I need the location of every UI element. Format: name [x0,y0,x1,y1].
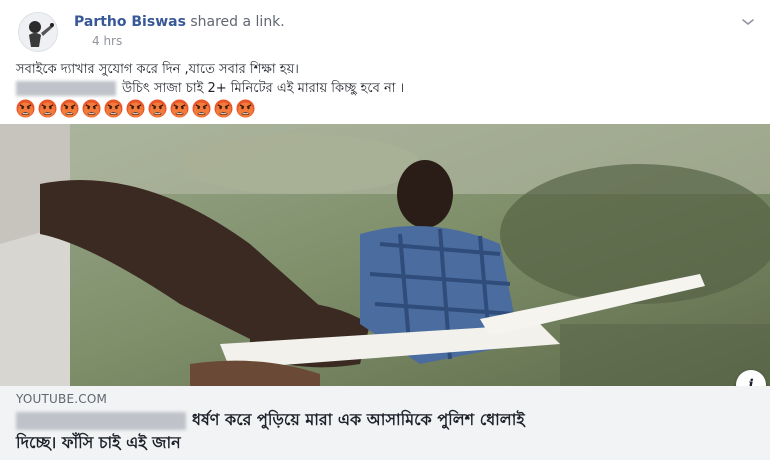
avatar[interactable] [18,12,58,52]
emoji-row [16,99,756,118]
post-body: সবাইকে দ্যাখার সুযোগ করে দিন ,যাতে সবার … [16,60,756,118]
angry-face-icon [214,99,233,118]
post-text-line-1: সবাইকে দ্যাখার সুযোগ করে দিন ,যাতে সবার … [16,62,299,77]
chevron-down-icon[interactable] [738,12,758,32]
angry-face-icon [148,99,167,118]
redacted-text [16,81,116,96]
link-title[interactable]: ধর্ষণ করে পুড়িয়ে মারা এক আসামিকে পুলিশ… [16,408,756,454]
angry-face-icon [236,99,255,118]
angry-face-icon [82,99,101,118]
angry-face-icon [126,99,145,118]
link-title-line-2: দিচ্ছে। ফাঁসি চাই এই জান [16,433,181,452]
angry-face-icon [192,99,211,118]
post-action: shared a link. [190,14,285,30]
post-timestamp[interactable]: 4 hrs [92,34,122,48]
redacted-title-text [16,411,186,430]
author-name[interactable]: Partho Biswas [74,14,186,30]
link-preview-card[interactable]: YOUTUBE.COM ধর্ষণ করে পুড়িয়ে মারা এক আ… [0,386,770,460]
angry-face-icon [170,99,189,118]
link-domain: YOUTUBE.COM [16,392,108,406]
author-line: Partho Biswas shared a link. [74,14,285,30]
post-header: Partho Biswas shared a link. 4 hrs [18,12,758,52]
link-video-thumbnail[interactable] [0,124,770,386]
angry-face-icon [16,99,35,118]
link-title-line-1: ধর্ষণ করে পুড়িয়ে মারা এক আসামিকে পুলিশ… [192,410,525,429]
angry-face-icon [60,99,79,118]
post-text-line-2-row: উচিৎ সাজা চাই 2+ মিনিটের এই মারায় কিচ্ছ… [16,79,756,98]
angry-face-icon [104,99,123,118]
angry-face-icon [38,99,57,118]
feed-post: Partho Biswas shared a link. 4 hrs সবাইক… [0,0,770,460]
post-text-line-2: উচিৎ সাজা চাই 2+ মিনিটের এই মারায় কিচ্ছ… [122,81,405,96]
